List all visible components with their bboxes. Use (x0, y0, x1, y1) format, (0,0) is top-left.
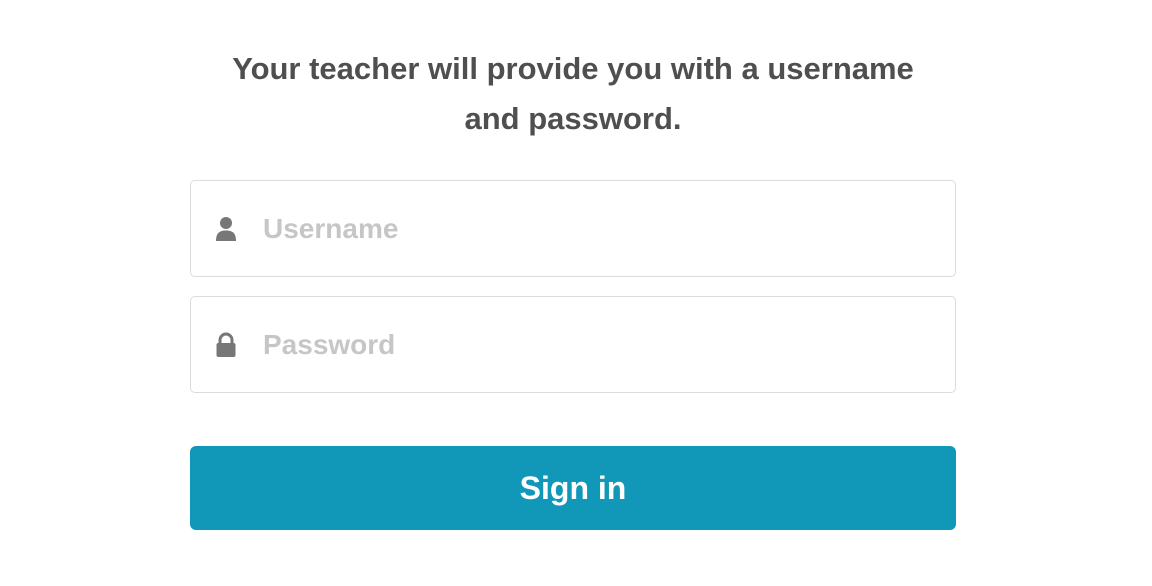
username-input[interactable] (263, 181, 939, 276)
password-field[interactable] (190, 296, 956, 393)
password-input[interactable] (263, 297, 939, 392)
instructions-line-2: and password. (464, 101, 682, 136)
lock-icon (215, 332, 237, 358)
user-icon (215, 216, 237, 242)
login-instructions: Your teacher will provide you with a use… (190, 44, 956, 144)
instructions-line-1: Your teacher will provide you with a use… (232, 51, 914, 86)
sign-in-button[interactable]: Sign in (190, 446, 956, 530)
username-field[interactable] (190, 180, 956, 277)
